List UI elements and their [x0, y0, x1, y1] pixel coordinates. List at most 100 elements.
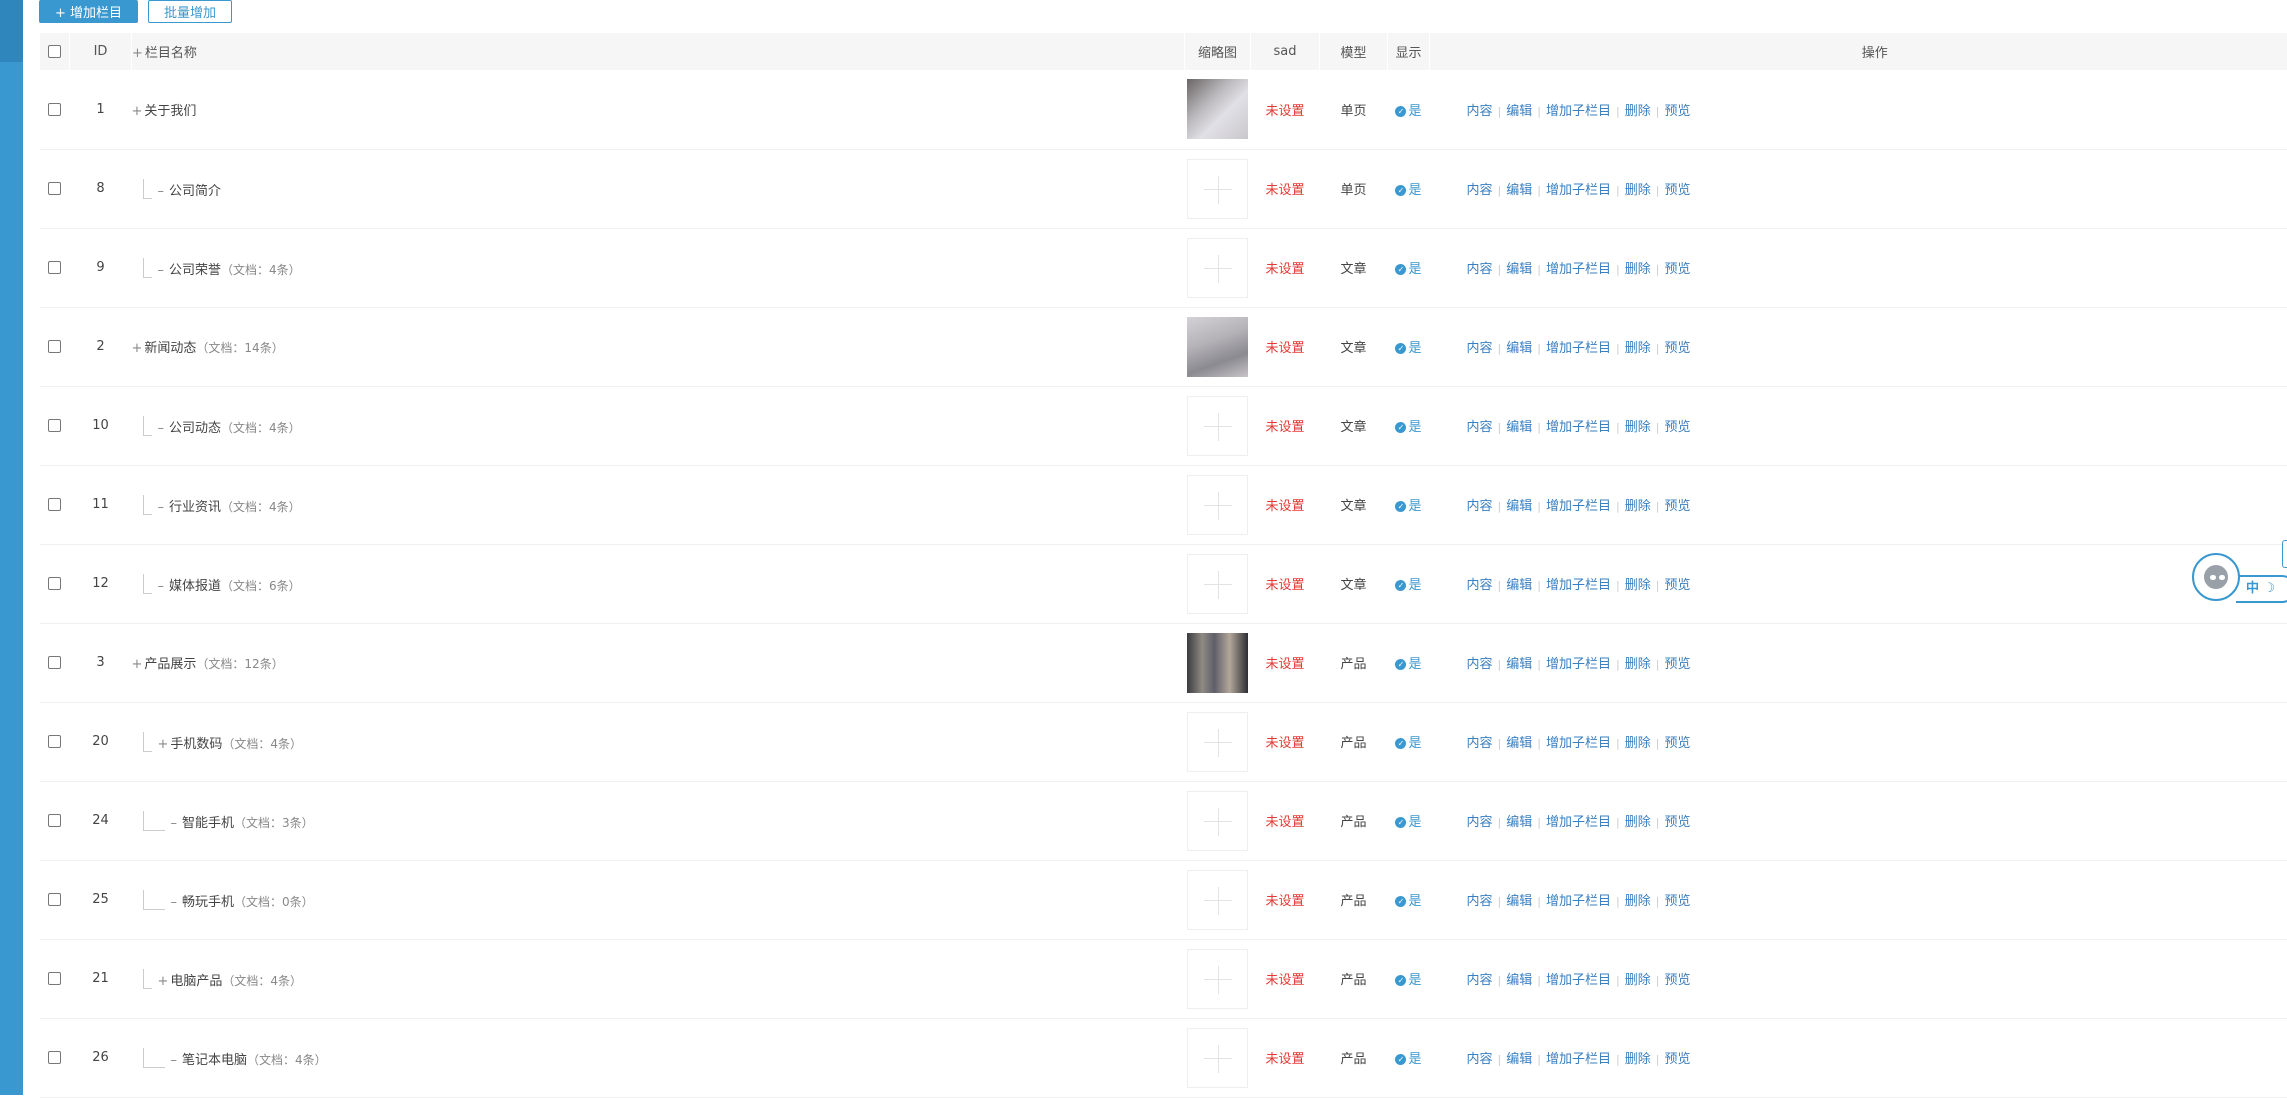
- delete-link[interactable]: 删除: [1625, 736, 1651, 751]
- content-link[interactable]: 内容: [1467, 341, 1493, 356]
- content-link[interactable]: 内容: [1467, 578, 1493, 593]
- content-link[interactable]: 内容: [1467, 894, 1493, 909]
- row-checkbox[interactable]: [48, 735, 61, 748]
- expand-icon[interactable]: +: [158, 974, 169, 989]
- row-show-cell[interactable]: ✓是: [1388, 860, 1430, 939]
- row-checkbox[interactable]: [48, 972, 61, 985]
- row-checkbox[interactable]: [48, 1051, 61, 1064]
- row-show-cell[interactable]: ✓是: [1388, 465, 1430, 544]
- column-name[interactable]: 产品展示: [144, 657, 196, 672]
- preview-link[interactable]: 预览: [1664, 578, 1690, 593]
- preview-link[interactable]: 预览: [1664, 1052, 1690, 1067]
- thumbnail-placeholder-icon[interactable]: [1187, 554, 1248, 614]
- thumbnail-placeholder-icon[interactable]: [1187, 870, 1248, 930]
- edit-link[interactable]: 编辑: [1506, 1052, 1532, 1067]
- thumbnail-placeholder-icon[interactable]: [1187, 396, 1248, 456]
- edit-link[interactable]: 编辑: [1506, 499, 1532, 514]
- preview-link[interactable]: 预览: [1664, 499, 1690, 514]
- preview-link[interactable]: 预览: [1664, 657, 1690, 672]
- row-checkbox[interactable]: [48, 419, 61, 432]
- add-child-link[interactable]: 增加子栏目: [1546, 262, 1611, 277]
- row-show-cell[interactable]: ✓是: [1388, 544, 1430, 623]
- column-name[interactable]: 媒体报道: [169, 579, 221, 594]
- column-name[interactable]: 电脑产品: [170, 974, 222, 989]
- row-checkbox[interactable]: [48, 103, 61, 116]
- preview-link[interactable]: 预览: [1664, 183, 1690, 198]
- row-show-cell[interactable]: ✓是: [1388, 228, 1430, 307]
- add-child-link[interactable]: 增加子栏目: [1546, 578, 1611, 593]
- collapse-icon[interactable]: –: [171, 816, 178, 831]
- content-link[interactable]: 内容: [1467, 262, 1493, 277]
- content-link[interactable]: 内容: [1467, 499, 1493, 514]
- edit-link[interactable]: 编辑: [1506, 341, 1532, 356]
- edit-link[interactable]: 编辑: [1506, 262, 1532, 277]
- thumbnail-placeholder-icon[interactable]: [1187, 1028, 1248, 1088]
- row-checkbox[interactable]: [48, 182, 61, 195]
- select-all-checkbox[interactable]: [48, 45, 61, 58]
- content-link[interactable]: 内容: [1467, 183, 1493, 198]
- row-show-cell[interactable]: ✓是: [1388, 781, 1430, 860]
- delete-link[interactable]: 删除: [1625, 183, 1651, 198]
- expand-icon[interactable]: +: [158, 737, 169, 752]
- content-link[interactable]: 内容: [1467, 104, 1493, 119]
- add-child-link[interactable]: 增加子栏目: [1546, 894, 1611, 909]
- edit-link[interactable]: 编辑: [1506, 815, 1532, 830]
- add-child-link[interactable]: 增加子栏目: [1546, 815, 1611, 830]
- content-link[interactable]: 内容: [1467, 657, 1493, 672]
- collapse-icon[interactable]: –: [158, 500, 165, 515]
- thumbnail-image[interactable]: [1187, 633, 1248, 693]
- widget-tab[interactable]: [2282, 540, 2287, 568]
- column-name[interactable]: 手机数码: [170, 737, 222, 752]
- thumbnail-placeholder-icon[interactable]: [1187, 475, 1248, 535]
- column-name[interactable]: 关于我们: [144, 104, 196, 119]
- delete-link[interactable]: 删除: [1625, 420, 1651, 435]
- edit-link[interactable]: 编辑: [1506, 183, 1532, 198]
- add-child-link[interactable]: 增加子栏目: [1546, 973, 1611, 988]
- add-child-link[interactable]: 增加子栏目: [1546, 1052, 1611, 1067]
- add-child-link[interactable]: 增加子栏目: [1546, 341, 1611, 356]
- row-show-cell[interactable]: ✓是: [1388, 307, 1430, 386]
- row-checkbox[interactable]: [48, 577, 61, 590]
- column-name[interactable]: 公司简介: [169, 184, 221, 199]
- delete-link[interactable]: 删除: [1625, 341, 1651, 356]
- add-child-link[interactable]: 增加子栏目: [1546, 420, 1611, 435]
- row-show-cell[interactable]: ✓是: [1388, 386, 1430, 465]
- collapse-icon[interactable]: –: [171, 1053, 178, 1068]
- row-show-cell[interactable]: ✓是: [1388, 70, 1430, 149]
- row-checkbox[interactable]: [48, 261, 61, 274]
- collapse-icon[interactable]: –: [171, 895, 178, 910]
- column-name[interactable]: 新闻动态: [144, 341, 196, 356]
- add-child-link[interactable]: 增加子栏目: [1546, 736, 1611, 751]
- thumbnail-placeholder-icon[interactable]: [1187, 238, 1248, 298]
- delete-link[interactable]: 删除: [1625, 262, 1651, 277]
- row-checkbox[interactable]: [48, 893, 61, 906]
- preview-link[interactable]: 预览: [1664, 341, 1690, 356]
- add-child-link[interactable]: 增加子栏目: [1546, 183, 1611, 198]
- row-checkbox[interactable]: [48, 656, 61, 669]
- content-link[interactable]: 内容: [1467, 420, 1493, 435]
- row-show-cell[interactable]: ✓是: [1388, 939, 1430, 1018]
- row-checkbox[interactable]: [48, 340, 61, 353]
- row-checkbox[interactable]: [48, 498, 61, 511]
- thumbnail-image[interactable]: [1187, 79, 1248, 139]
- preview-link[interactable]: 预览: [1664, 104, 1690, 119]
- delete-link[interactable]: 删除: [1625, 657, 1651, 672]
- thumbnail-placeholder-icon[interactable]: [1187, 791, 1248, 851]
- row-checkbox[interactable]: [48, 814, 61, 827]
- content-link[interactable]: 内容: [1467, 973, 1493, 988]
- edit-link[interactable]: 编辑: [1506, 736, 1532, 751]
- expand-all-icon[interactable]: +: [132, 46, 143, 61]
- column-name[interactable]: 行业资讯: [169, 500, 221, 515]
- collapse-icon[interactable]: –: [158, 184, 165, 199]
- preview-link[interactable]: 预览: [1664, 973, 1690, 988]
- thumbnail-placeholder-icon[interactable]: [1187, 949, 1248, 1009]
- chat-avatar-button[interactable]: [2192, 553, 2240, 601]
- delete-link[interactable]: 删除: [1625, 815, 1651, 830]
- delete-link[interactable]: 删除: [1625, 104, 1651, 119]
- preview-link[interactable]: 预览: [1664, 420, 1690, 435]
- add-child-link[interactable]: 增加子栏目: [1546, 104, 1611, 119]
- delete-link[interactable]: 删除: [1625, 578, 1651, 593]
- edit-link[interactable]: 编辑: [1506, 420, 1532, 435]
- collapse-icon[interactable]: –: [158, 263, 165, 278]
- thumbnail-placeholder-icon[interactable]: [1187, 712, 1248, 772]
